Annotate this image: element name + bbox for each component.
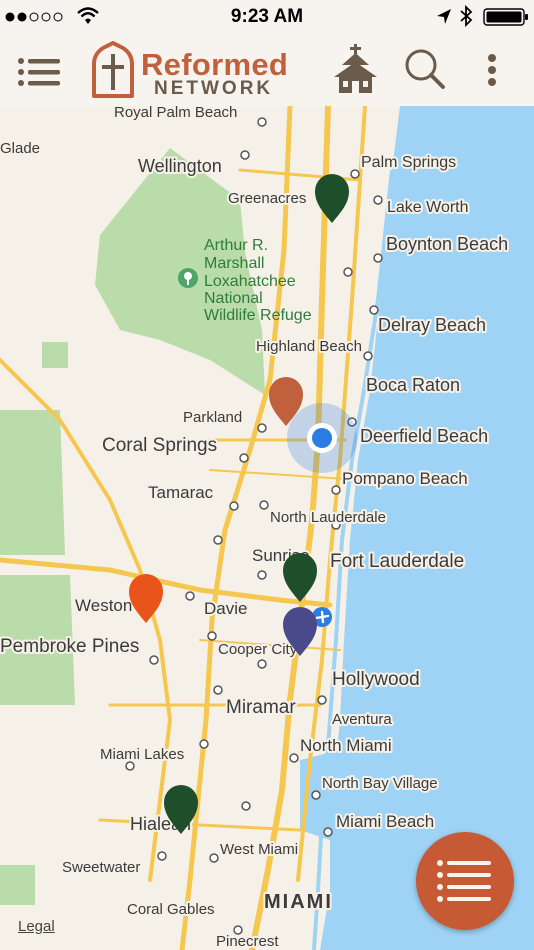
- label-palm-springs: Palm Springs: [361, 154, 456, 171]
- logo-subtitle: NETWORK: [154, 78, 274, 99]
- more-vertical-icon[interactable]: [488, 54, 496, 86]
- label-deerfield: Deerfield Beach: [360, 426, 488, 446]
- label-davie: Davie: [204, 599, 247, 618]
- label-north-bay: North Bay Village: [322, 775, 438, 792]
- label-hollywood: Hollywood: [332, 669, 420, 690]
- label-aventura: Aventura: [332, 711, 392, 728]
- menu-icon[interactable]: [18, 58, 60, 86]
- label-delray: Delray Beach: [378, 315, 486, 335]
- label-greenacres: Greenacres: [228, 190, 306, 207]
- label-boynton: Boynton Beach: [386, 234, 508, 254]
- label-boca: Boca Raton: [366, 375, 460, 395]
- label-tamarac: Tamarac: [148, 483, 214, 502]
- label-west-miami: West Miami: [220, 841, 298, 858]
- label-miami: MIAMI: [264, 891, 333, 913]
- label-refuge-5: Wildlife Refuge: [204, 307, 312, 324]
- logo-title: Reformed: [141, 47, 289, 82]
- label-miramar: Miramar: [226, 697, 296, 718]
- label-royal-palm: Royal Palm Beach: [114, 106, 237, 121]
- list-view-button[interactable]: [416, 832, 514, 930]
- label-glade: Glade: [0, 140, 40, 157]
- reformed-network-logo-icon: [92, 41, 134, 98]
- label-pinecrest: Pinecrest: [216, 933, 279, 950]
- label-sweetwater: Sweetwater: [62, 859, 140, 876]
- label-pompano: Pompano Beach: [342, 469, 468, 488]
- list-icon: [437, 860, 491, 902]
- label-miami-beach: Miami Beach: [336, 812, 434, 831]
- label-coral-springs: Coral Springs: [102, 435, 217, 456]
- park-marker-icon: [178, 268, 198, 288]
- status-bar: 9:23 AM: [0, 0, 534, 34]
- label-refuge-2: Marshall: [204, 255, 264, 272]
- label-refuge-1: Arthur R.: [204, 237, 268, 254]
- label-highland: Highland Beach: [256, 338, 362, 355]
- label-fort-lauderdale: Fort Lauderdale: [330, 551, 464, 572]
- user-location-indicator: [287, 403, 357, 473]
- label-coral-gables: Coral Gables: [127, 901, 215, 918]
- label-miami-lakes: Miami Lakes: [100, 746, 184, 763]
- label-north-miami: North Miami: [300, 736, 392, 755]
- label-weston: Weston: [75, 596, 132, 615]
- label-wellington: Wellington: [138, 156, 222, 176]
- legal-link[interactable]: Legal: [18, 918, 55, 935]
- label-refuge-3: Loxahatchee: [204, 273, 296, 290]
- map-view[interactable]: Royal Palm Beach Glade Wellington Palm S…: [0, 106, 534, 950]
- status-time: 9:23 AM: [230, 6, 304, 27]
- label-parkland: Parkland: [183, 409, 242, 426]
- label-north-lauderdale: North Lauderdale: [270, 509, 386, 526]
- app-header: Reformed NETWORK: [0, 34, 534, 107]
- label-pembroke: Pembroke Pines: [0, 636, 139, 657]
- label-lake-worth: Lake Worth: [387, 199, 469, 216]
- church-icon[interactable]: [334, 44, 377, 93]
- label-cooper: Cooper City: [218, 641, 298, 658]
- label-refuge-4: National: [204, 290, 263, 307]
- search-icon[interactable]: [405, 49, 445, 89]
